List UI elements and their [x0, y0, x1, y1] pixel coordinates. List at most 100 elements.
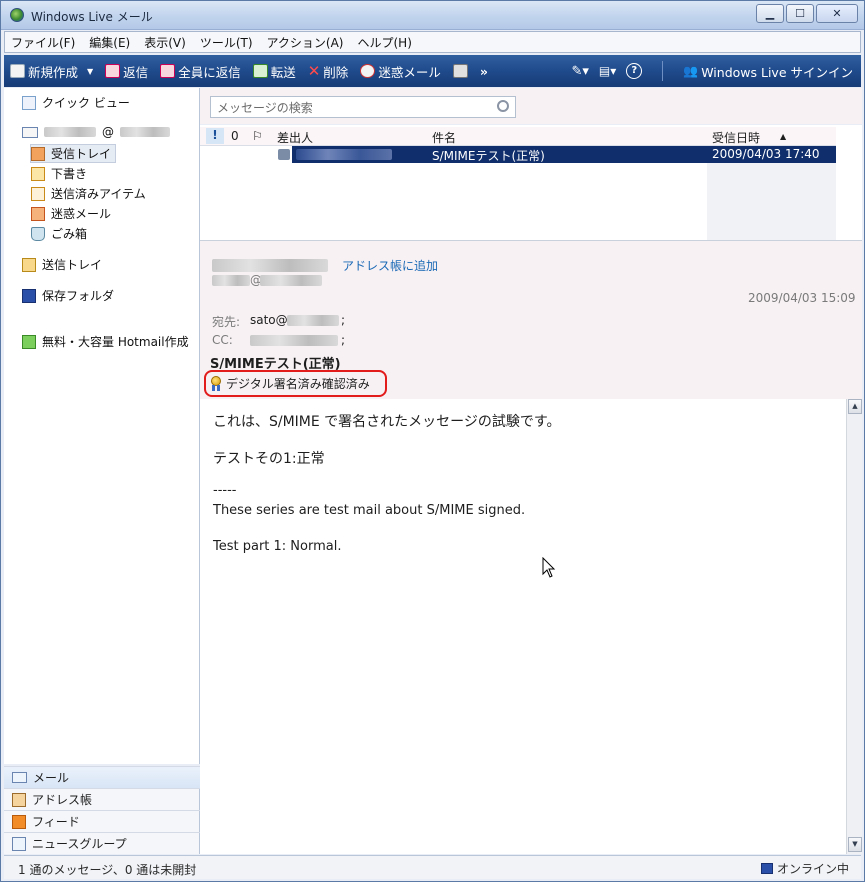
close-button[interactable]: ✕	[816, 4, 858, 23]
signin-button[interactable]: 👥 Windows Live サインイン	[683, 62, 853, 81]
redacted-account-name	[44, 127, 96, 137]
maximize-button[interactable]: ☐	[786, 4, 814, 23]
brush-icon[interactable]: ✎▾	[571, 64, 588, 79]
forward-button[interactable]: 転送	[252, 62, 296, 81]
title-bar[interactable]: Windows Live メール ▁ ☐ ✕	[1, 1, 864, 30]
forward-icon	[252, 64, 268, 78]
col-priority[interactable]: !	[206, 128, 224, 144]
col-flag[interactable]: ⚐	[252, 129, 263, 143]
body-line-4: These series are test mail about S/MIME …	[213, 503, 526, 518]
search-area: メッセージの検索	[200, 88, 862, 124]
printer-icon	[452, 64, 468, 78]
cc-label: CC:	[212, 333, 233, 347]
signed-message-icon	[278, 149, 290, 160]
quick-view-item[interactable]: クイック ビュー	[22, 94, 130, 111]
col-received[interactable]: 受信日時	[712, 129, 760, 146]
junk-mail-icon	[360, 64, 376, 78]
help-icon[interactable]: ?	[626, 63, 643, 79]
reply-icon	[105, 64, 121, 78]
junk-folder-icon	[31, 206, 45, 221]
scroll-up-button[interactable]: ▲	[848, 399, 862, 414]
sidebar-item-outbox[interactable]: 送信トレイ	[22, 256, 102, 273]
col-attachment[interactable]: 0	[231, 129, 239, 143]
address-book-icon	[12, 792, 26, 807]
trash-icon	[31, 226, 45, 241]
menu-tools[interactable]: ツール(T)	[200, 34, 253, 51]
redacted-sender-name	[212, 259, 328, 272]
menu-view[interactable]: 表示(V)	[144, 34, 186, 51]
sidebar-item-junk[interactable]: 迷惑メール	[31, 205, 111, 222]
chevron-down-icon[interactable]: ▼	[87, 67, 93, 76]
new-button[interactable]: 新規作成 ▼	[10, 62, 93, 81]
main-window: Windows Live メール ▁ ☐ ✕ ファイル(F) 編集(E) 表示(…	[0, 0, 865, 882]
message-list-header: ! 0 ⚐ 差出人 件名 受信日時 ▲	[200, 127, 836, 146]
nav-contacts[interactable]: アドレス帳	[4, 788, 200, 810]
redacted-cc-address[interactable]	[250, 335, 338, 346]
nav-newsgroups[interactable]: ニュースグループ	[4, 832, 200, 854]
message-scrollbar[interactable]: ▲ ▼	[846, 399, 862, 854]
sent-items-icon	[31, 186, 45, 201]
menu-actions[interactable]: アクション(A)	[267, 34, 344, 51]
message-body[interactable]: これは、S/MIME で署名されたメッセージの試験です。 テストその1:正常 -…	[200, 399, 846, 854]
to-address[interactable]: sato@	[250, 313, 288, 327]
sidebar-item-drafts[interactable]: 下書き	[31, 165, 87, 182]
body-line-3: -----	[213, 483, 237, 498]
menu-file[interactable]: ファイル(F)	[11, 34, 75, 51]
navigation-pane: メール アドレス帳 フィード ニュースグループ	[4, 766, 200, 854]
new-mail-icon	[10, 64, 25, 78]
print-button[interactable]	[452, 64, 468, 78]
toolbar: 新規作成 ▼ 返信 全員に返信 転送 ✕ 削除 迷惑メール » ✎▾ ▤▾ ? …	[4, 55, 861, 87]
message-list: ! 0 ⚐ 差出人 件名 受信日時 ▲ S/MIMEテスト(正常) 2009/0…	[200, 125, 862, 241]
search-input[interactable]: メッセージの検索	[210, 96, 516, 118]
online-status[interactable]: オンライン中	[760, 860, 849, 877]
mouse-cursor-icon	[542, 557, 556, 578]
body-line-1: これは、S/MIME で署名されたメッセージの試験です。	[213, 414, 561, 430]
status-bar: 1 通のメッセージ、0 通は未開封 オンライン中	[4, 855, 861, 879]
preview-header: アドレス帳に追加 @ 2009/04/03 15:09 宛先: sato@ ; …	[200, 241, 862, 399]
hotmail-signup-link[interactable]: 無料・大容量 Hotmail作成	[22, 333, 189, 350]
nav-mail[interactable]: メール	[4, 766, 200, 788]
table-row[interactable]: S/MIMEテスト(正常) 2009/04/03 17:40	[292, 146, 836, 163]
drafts-pencil-icon	[31, 166, 45, 181]
message-date: 2009/04/03 15:09	[748, 291, 856, 305]
sort-ascending-icon: ▲	[780, 132, 787, 141]
window-title: Windows Live メール	[31, 10, 153, 24]
delete-x-icon: ✕	[307, 62, 321, 80]
layout-menu-icon[interactable]: ▤▾	[599, 64, 616, 78]
col-subject[interactable]: 件名	[432, 129, 456, 146]
redacted-account-domain	[120, 127, 170, 137]
redacted-sender	[296, 149, 392, 160]
newsgroup-icon	[12, 836, 26, 851]
scroll-down-button[interactable]: ▼	[848, 837, 862, 852]
search-icon[interactable]	[497, 100, 509, 112]
body-line-5: Test part 1: Normal.	[213, 539, 342, 554]
reply-button[interactable]: 返信	[105, 62, 148, 81]
menu-help[interactable]: ヘルプ(H)	[358, 34, 412, 51]
certificate-ribbon-icon	[210, 376, 222, 391]
sidebar-item-trash[interactable]: ごみ箱	[31, 225, 87, 242]
digital-signature-badge[interactable]: デジタル署名済み確認済み	[204, 370, 387, 397]
minimize-button[interactable]: ▁	[756, 4, 784, 23]
account-item[interactable]: @	[22, 125, 170, 139]
nav-feeds[interactable]: フィード	[4, 810, 200, 832]
sidebar-item-sent[interactable]: 送信済みアイテム	[31, 185, 146, 202]
col-from[interactable]: 差出人	[277, 129, 313, 146]
junk-button[interactable]: 迷惑メール	[360, 62, 441, 81]
redacted-to-domain	[287, 315, 339, 326]
menu-bar: ファイル(F) 編集(E) 表示(V) ツール(T) アクション(A) ヘルプ(…	[4, 31, 861, 53]
add-account-icon	[22, 334, 36, 349]
mail-icon	[12, 772, 27, 783]
sidebar-item-inbox[interactable]: 受信トレイ	[30, 144, 117, 163]
sidebar-item-storage[interactable]: 保存フォルダ	[22, 287, 114, 304]
to-label: 宛先:	[212, 315, 241, 329]
menu-edit[interactable]: 編集(E)	[89, 34, 130, 51]
add-to-contacts-link[interactable]: アドレス帳に追加	[342, 257, 438, 274]
reply-all-button[interactable]: 全員に返信	[160, 62, 241, 81]
delete-button[interactable]: ✕ 削除	[308, 62, 349, 81]
rss-feed-icon	[12, 814, 26, 829]
row-received: 2009/04/03 17:40	[712, 147, 820, 161]
quick-view-icon	[22, 95, 36, 110]
signature-status-text: デジタル署名済み確認済み	[226, 377, 370, 391]
windows-live-icon	[10, 8, 24, 22]
more-toolbar-button[interactable]: »	[480, 64, 488, 79]
